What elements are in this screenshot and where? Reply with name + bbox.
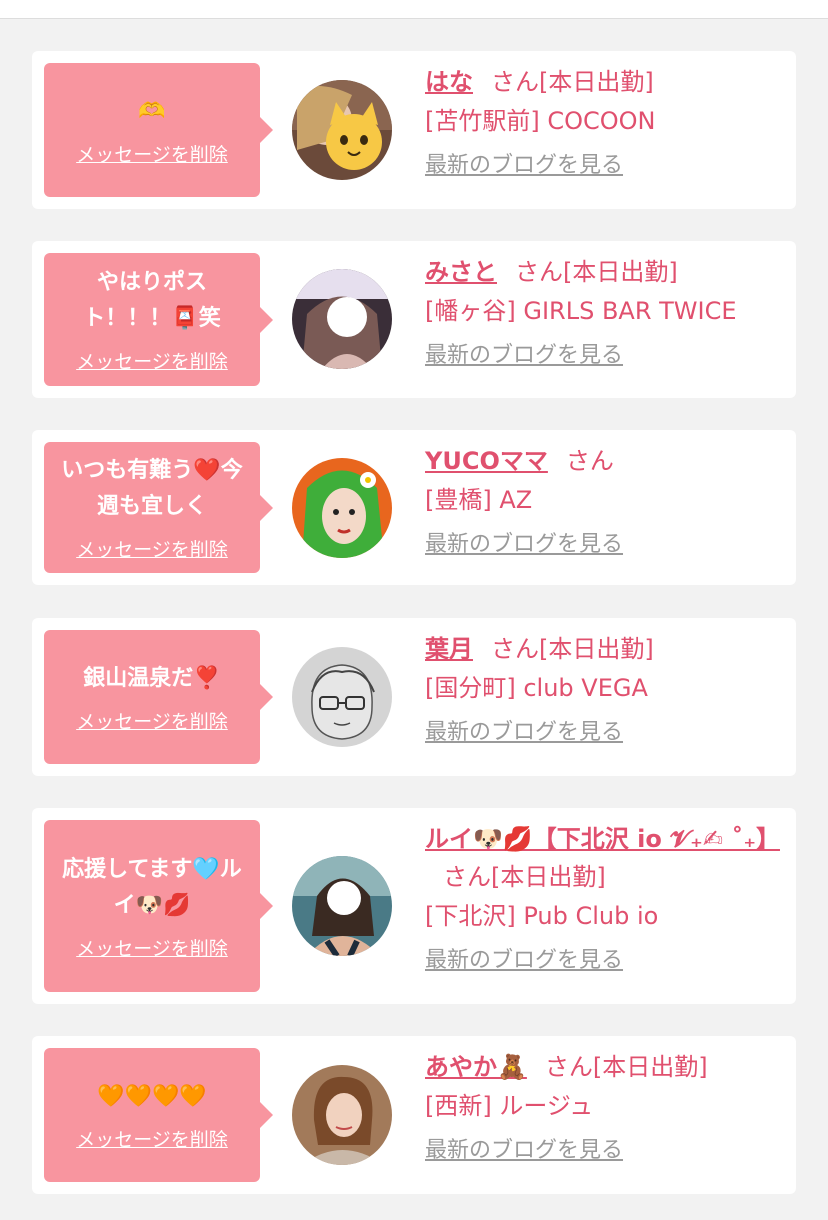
cast-name-link[interactable]: ルイ🐶💋【下北沢 io 𝓥₊✍︎ ˚₊】 [425, 825, 780, 853]
name-suffix: さん[本日出勤] [491, 635, 654, 663]
avatar[interactable] [292, 647, 392, 747]
avatar[interactable] [292, 80, 392, 180]
message-text: やはりポスト！！！📮笑 [83, 270, 221, 331]
message-bubble: いつも有難う❤️今週も宜しく メッセージを削除 [44, 442, 273, 573]
latest-blog-link[interactable]: 最新のブログを見る [425, 714, 623, 746]
name-suffix: さん[本日出勤] [443, 863, 606, 891]
shop-label: [幡ヶ谷] GIRLS BAR TWICE [425, 297, 737, 325]
blurred-face-photo-icon [292, 269, 392, 369]
message-card: いつも有難う❤️今週も宜しく メッセージを削除 YUCOママ さん [豊橋] AZ… [32, 430, 796, 585]
top-bar [0, 0, 828, 19]
message-card: 応援してます🩵ルイ🐶💋 メッセージを削除 ルイ🐶💋【下北沢 io 𝓥₊✍︎ ˚₊… [32, 808, 796, 1004]
message-text: 🫶 [138, 98, 166, 124]
message-card: 🧡🧡🧡🧡 メッセージを削除 あやか🧸 さん[本日出勤] [西新] ルージュ 最新の… [32, 1036, 796, 1194]
delete-message-link[interactable]: メッセージを削除 [76, 535, 228, 562]
portrait-photo-icon [292, 1065, 392, 1165]
message-bubble: 応援してます🩵ルイ🐶💋 メッセージを削除 [44, 820, 273, 992]
latest-blog-link[interactable]: 最新のブログを見る [425, 1132, 623, 1164]
cast-name-link[interactable]: みさと [425, 258, 497, 286]
info-block: はな さん[本日出勤] [苫竹駅前] COCOON 最新のブログを見る [425, 63, 785, 179]
delete-message-link[interactable]: メッセージを削除 [76, 1125, 228, 1152]
cat-emoji-photo-icon [292, 80, 392, 180]
message-card: 🫶 メッセージを削除 はな さん[本日出勤] [苫竹駅前] COCOON 最新のブ… [32, 51, 796, 209]
cast-name-link[interactable]: はな [425, 68, 473, 96]
selfie-photo-icon [292, 856, 392, 956]
latest-blog-link[interactable]: 最新のブログを見る [425, 337, 623, 369]
info-block: 葉月 さん[本日出勤] [国分町] club VEGA 最新のブログを見る [425, 630, 785, 746]
name-suffix: さん[本日出勤] [544, 1053, 708, 1081]
info-block: みさと さん[本日出勤] [幡ヶ谷] GIRLS BAR TWICE 最新のブログ… [425, 253, 785, 369]
latest-blog-link[interactable]: 最新のブログを見る [425, 526, 623, 558]
shop-label: [国分町] club VEGA [425, 674, 648, 702]
shop-label: [下北沢] Pub Club io [425, 902, 659, 930]
avatar[interactable] [292, 1065, 392, 1165]
message-bubble: やはりポスト！！！📮笑 メッセージを削除 [44, 253, 273, 386]
latest-blog-link[interactable]: 最新のブログを見る [425, 147, 623, 179]
green-hair-illustration-icon [292, 458, 392, 558]
shop-label: [苫竹駅前] COCOON [425, 107, 656, 135]
avatar[interactable] [292, 856, 392, 956]
info-block: あやか🧸 さん[本日出勤] [西新] ルージュ 最新のブログを見る [425, 1048, 785, 1164]
message-text: 銀山温泉だ❣️ [83, 665, 221, 691]
message-bubble: 銀山温泉だ❣️ メッセージを削除 [44, 630, 273, 764]
cast-name-link[interactable]: YUCOママ [425, 447, 548, 475]
name-suffix: さん[本日出勤] [515, 258, 678, 286]
shop-label: [西新] ルージュ [425, 1092, 594, 1120]
shop-label: [豊橋] AZ [425, 486, 533, 514]
message-text: いつも有難う❤️今週も宜しく [61, 458, 243, 519]
message-bubble: 🫶 メッセージを削除 [44, 63, 273, 197]
name-suffix: さん [565, 447, 614, 475]
name-suffix: さん[本日出勤] [491, 68, 654, 96]
message-card: やはりポスト！！！📮笑 メッセージを削除 みさと さん[本日出勤] [幡ヶ谷] G… [32, 241, 796, 398]
message-card: 銀山温泉だ❣️ メッセージを削除 葉月 さん[本日出勤] [国分町] club V… [32, 618, 796, 776]
info-block: YUCOママ さん [豊橋] AZ 最新のブログを見る [425, 442, 785, 558]
avatar[interactable] [292, 269, 392, 369]
cast-name-link[interactable]: あやか🧸 [425, 1053, 527, 1081]
message-text: 🧡🧡🧡🧡 [97, 1083, 207, 1109]
cast-name-link[interactable]: 葉月 [425, 635, 473, 663]
delete-message-link[interactable]: メッセージを削除 [76, 934, 228, 961]
delete-message-link[interactable]: メッセージを削除 [76, 347, 228, 374]
avatar[interactable] [292, 458, 392, 558]
delete-message-link[interactable]: メッセージを削除 [76, 707, 228, 734]
delete-message-link[interactable]: メッセージを削除 [76, 140, 228, 167]
message-bubble: 🧡🧡🧡🧡 メッセージを削除 [44, 1048, 273, 1182]
info-block: ルイ🐶💋【下北沢 io 𝓥₊✍︎ ˚₊】さん[本日出勤] [下北沢] Pub C… [425, 820, 785, 974]
message-text: 応援してます🩵ルイ🐶💋 [62, 856, 242, 918]
glasses-sketch-icon [292, 647, 392, 747]
latest-blog-link[interactable]: 最新のブログを見る [425, 942, 623, 974]
